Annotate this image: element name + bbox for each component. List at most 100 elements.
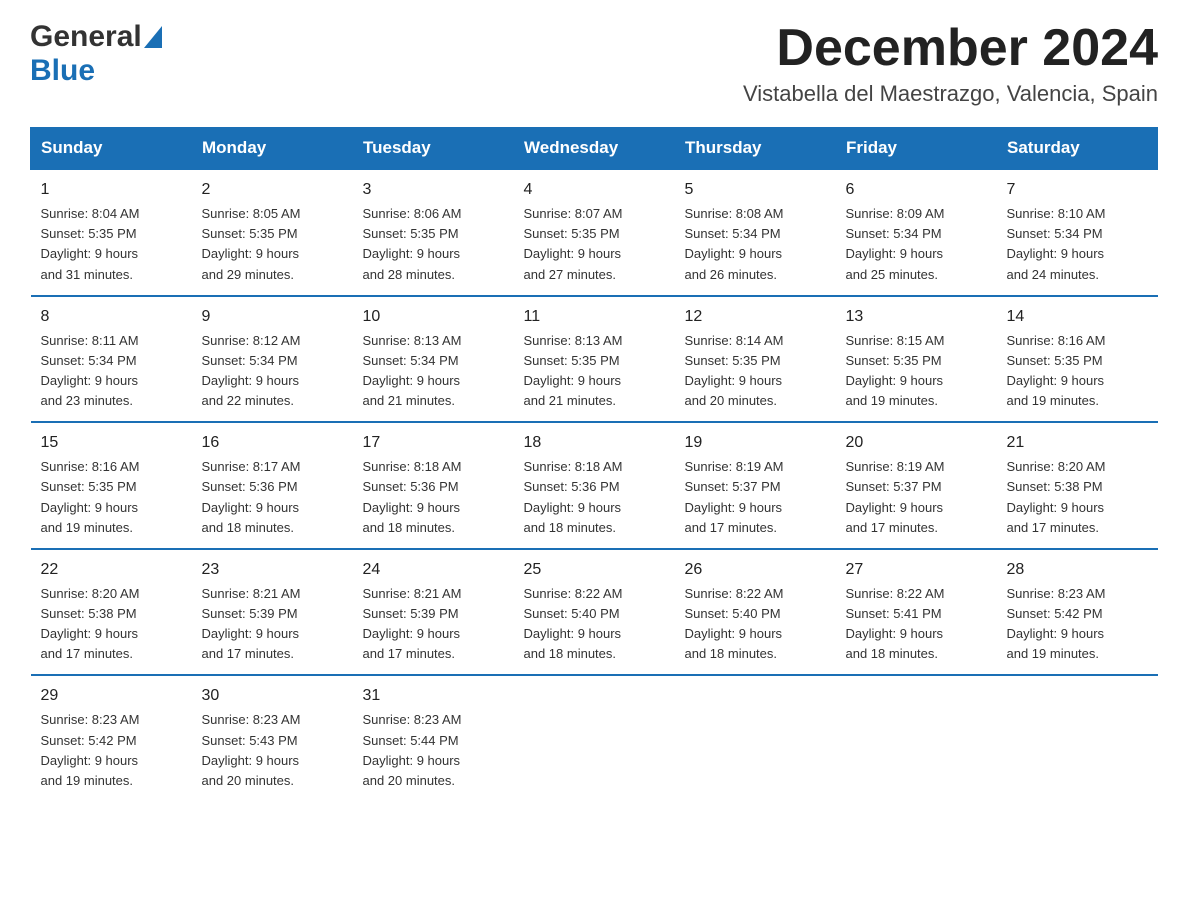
day-info: Sunrise: 8:23 AMSunset: 5:42 PMDaylight:…	[1007, 584, 1148, 665]
day-number: 15	[41, 431, 182, 455]
calendar-cell: 23Sunrise: 8:21 AMSunset: 5:39 PMDayligh…	[192, 549, 353, 676]
day-number: 8	[41, 305, 182, 329]
day-number: 4	[524, 178, 665, 202]
month-title: December 2024	[743, 20, 1158, 77]
logo-blue-text: Blue	[30, 54, 95, 87]
day-number: 31	[363, 684, 504, 708]
day-info: Sunrise: 8:11 AMSunset: 5:34 PMDaylight:…	[41, 331, 182, 412]
calendar-cell: 19Sunrise: 8:19 AMSunset: 5:37 PMDayligh…	[675, 422, 836, 549]
calendar-cell: 21Sunrise: 8:20 AMSunset: 5:38 PMDayligh…	[997, 422, 1158, 549]
header-friday: Friday	[836, 128, 997, 170]
day-number: 23	[202, 558, 343, 582]
calendar-cell: 2Sunrise: 8:05 AMSunset: 5:35 PMDaylight…	[192, 169, 353, 296]
day-info: Sunrise: 8:22 AMSunset: 5:41 PMDaylight:…	[846, 584, 987, 665]
day-number: 13	[846, 305, 987, 329]
calendar-cell: 12Sunrise: 8:14 AMSunset: 5:35 PMDayligh…	[675, 296, 836, 423]
day-info: Sunrise: 8:17 AMSunset: 5:36 PMDaylight:…	[202, 457, 343, 538]
calendar-cell: 20Sunrise: 8:19 AMSunset: 5:37 PMDayligh…	[836, 422, 997, 549]
day-number: 26	[685, 558, 826, 582]
calendar-cell: 28Sunrise: 8:23 AMSunset: 5:42 PMDayligh…	[997, 549, 1158, 676]
header-tuesday: Tuesday	[353, 128, 514, 170]
day-number: 24	[363, 558, 504, 582]
day-info: Sunrise: 8:20 AMSunset: 5:38 PMDaylight:…	[1007, 457, 1148, 538]
day-info: Sunrise: 8:21 AMSunset: 5:39 PMDaylight:…	[202, 584, 343, 665]
day-number: 21	[1007, 431, 1148, 455]
day-info: Sunrise: 8:14 AMSunset: 5:35 PMDaylight:…	[685, 331, 826, 412]
day-info: Sunrise: 8:23 AMSunset: 5:43 PMDaylight:…	[202, 710, 343, 791]
day-info: Sunrise: 8:12 AMSunset: 5:34 PMDaylight:…	[202, 331, 343, 412]
logo-general-text: General	[30, 20, 142, 54]
day-info: Sunrise: 8:08 AMSunset: 5:34 PMDaylight:…	[685, 204, 826, 285]
calendar-table: SundayMondayTuesdayWednesdayThursdayFrid…	[30, 127, 1158, 801]
calendar-week-row: 29Sunrise: 8:23 AMSunset: 5:42 PMDayligh…	[31, 675, 1158, 801]
day-number: 27	[846, 558, 987, 582]
calendar-cell: 13Sunrise: 8:15 AMSunset: 5:35 PMDayligh…	[836, 296, 997, 423]
calendar-week-row: 8Sunrise: 8:11 AMSunset: 5:34 PMDaylight…	[31, 296, 1158, 423]
calendar-cell: 31Sunrise: 8:23 AMSunset: 5:44 PMDayligh…	[353, 675, 514, 801]
calendar-cell: 18Sunrise: 8:18 AMSunset: 5:36 PMDayligh…	[514, 422, 675, 549]
day-info: Sunrise: 8:10 AMSunset: 5:34 PMDaylight:…	[1007, 204, 1148, 285]
calendar-cell: 14Sunrise: 8:16 AMSunset: 5:35 PMDayligh…	[997, 296, 1158, 423]
day-info: Sunrise: 8:05 AMSunset: 5:35 PMDaylight:…	[202, 204, 343, 285]
header-wednesday: Wednesday	[514, 128, 675, 170]
day-number: 20	[846, 431, 987, 455]
day-number: 1	[41, 178, 182, 202]
day-number: 16	[202, 431, 343, 455]
day-number: 10	[363, 305, 504, 329]
day-info: Sunrise: 8:06 AMSunset: 5:35 PMDaylight:…	[363, 204, 504, 285]
calendar-cell: 8Sunrise: 8:11 AMSunset: 5:34 PMDaylight…	[31, 296, 192, 423]
calendar-cell: 16Sunrise: 8:17 AMSunset: 5:36 PMDayligh…	[192, 422, 353, 549]
day-number: 12	[685, 305, 826, 329]
day-info: Sunrise: 8:21 AMSunset: 5:39 PMDaylight:…	[363, 584, 504, 665]
calendar-cell: 11Sunrise: 8:13 AMSunset: 5:35 PMDayligh…	[514, 296, 675, 423]
logo: General Blue	[30, 20, 164, 88]
header-thursday: Thursday	[675, 128, 836, 170]
calendar-cell: 7Sunrise: 8:10 AMSunset: 5:34 PMDaylight…	[997, 169, 1158, 296]
day-number: 29	[41, 684, 182, 708]
day-info: Sunrise: 8:18 AMSunset: 5:36 PMDaylight:…	[524, 457, 665, 538]
day-number: 22	[41, 558, 182, 582]
day-number: 2	[202, 178, 343, 202]
page-header: General Blue December 2024 Vistabella de…	[30, 20, 1158, 107]
calendar-cell	[675, 675, 836, 801]
day-info: Sunrise: 8:20 AMSunset: 5:38 PMDaylight:…	[41, 584, 182, 665]
day-info: Sunrise: 8:13 AMSunset: 5:35 PMDaylight:…	[524, 331, 665, 412]
day-info: Sunrise: 8:19 AMSunset: 5:37 PMDaylight:…	[846, 457, 987, 538]
day-info: Sunrise: 8:16 AMSunset: 5:35 PMDaylight:…	[1007, 331, 1148, 412]
calendar-cell	[997, 675, 1158, 801]
calendar-cell: 4Sunrise: 8:07 AMSunset: 5:35 PMDaylight…	[514, 169, 675, 296]
day-number: 6	[846, 178, 987, 202]
calendar-cell: 5Sunrise: 8:08 AMSunset: 5:34 PMDaylight…	[675, 169, 836, 296]
calendar-cell: 17Sunrise: 8:18 AMSunset: 5:36 PMDayligh…	[353, 422, 514, 549]
day-info: Sunrise: 8:09 AMSunset: 5:34 PMDaylight:…	[846, 204, 987, 285]
logo-triangle-icon	[144, 26, 162, 48]
day-info: Sunrise: 8:13 AMSunset: 5:34 PMDaylight:…	[363, 331, 504, 412]
day-number: 30	[202, 684, 343, 708]
calendar-cell: 10Sunrise: 8:13 AMSunset: 5:34 PMDayligh…	[353, 296, 514, 423]
calendar-cell: 1Sunrise: 8:04 AMSunset: 5:35 PMDaylight…	[31, 169, 192, 296]
calendar-cell: 27Sunrise: 8:22 AMSunset: 5:41 PMDayligh…	[836, 549, 997, 676]
header-saturday: Saturday	[997, 128, 1158, 170]
day-number: 11	[524, 305, 665, 329]
day-info: Sunrise: 8:19 AMSunset: 5:37 PMDaylight:…	[685, 457, 826, 538]
day-number: 7	[1007, 178, 1148, 202]
day-info: Sunrise: 8:04 AMSunset: 5:35 PMDaylight:…	[41, 204, 182, 285]
header-sunday: Sunday	[31, 128, 192, 170]
day-info: Sunrise: 8:23 AMSunset: 5:42 PMDaylight:…	[41, 710, 182, 791]
calendar-cell: 6Sunrise: 8:09 AMSunset: 5:34 PMDaylight…	[836, 169, 997, 296]
calendar-week-row: 22Sunrise: 8:20 AMSunset: 5:38 PMDayligh…	[31, 549, 1158, 676]
day-number: 3	[363, 178, 504, 202]
calendar-header-row: SundayMondayTuesdayWednesdayThursdayFrid…	[31, 128, 1158, 170]
calendar-cell: 30Sunrise: 8:23 AMSunset: 5:43 PMDayligh…	[192, 675, 353, 801]
calendar-cell: 22Sunrise: 8:20 AMSunset: 5:38 PMDayligh…	[31, 549, 192, 676]
title-section: December 2024 Vistabella del Maestrazgo,…	[743, 20, 1158, 107]
day-number: 19	[685, 431, 826, 455]
calendar-cell: 26Sunrise: 8:22 AMSunset: 5:40 PMDayligh…	[675, 549, 836, 676]
calendar-cell	[514, 675, 675, 801]
day-info: Sunrise: 8:23 AMSunset: 5:44 PMDaylight:…	[363, 710, 504, 791]
day-info: Sunrise: 8:15 AMSunset: 5:35 PMDaylight:…	[846, 331, 987, 412]
day-number: 28	[1007, 558, 1148, 582]
day-info: Sunrise: 8:16 AMSunset: 5:35 PMDaylight:…	[41, 457, 182, 538]
calendar-cell: 25Sunrise: 8:22 AMSunset: 5:40 PMDayligh…	[514, 549, 675, 676]
day-number: 5	[685, 178, 826, 202]
